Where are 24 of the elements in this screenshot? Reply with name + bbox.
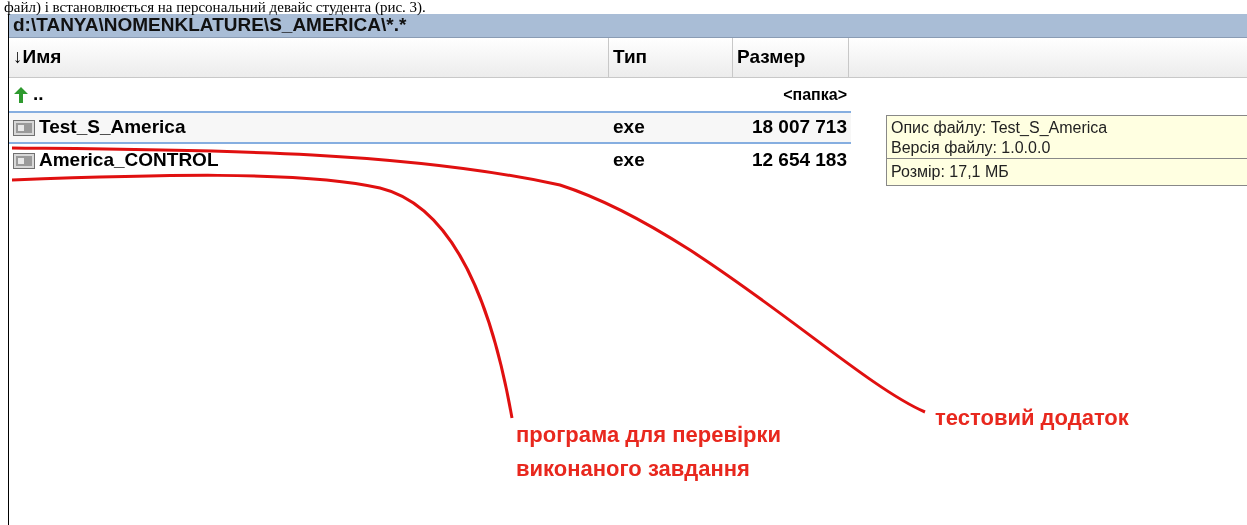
annotation-label: програма для перевірки виконаного завдання xyxy=(516,421,783,483)
tooltip-footer: Розмір: 17,1 МБ xyxy=(887,158,1247,185)
column-header[interactable]: ↓Имя xyxy=(9,38,609,77)
application-icon xyxy=(13,119,35,136)
file-type: exe xyxy=(613,116,645,138)
up-arrow-icon xyxy=(13,85,29,104)
file-row[interactable]: .. <папка> xyxy=(9,78,851,111)
column-header[interactable]: Тип xyxy=(609,38,733,77)
file-name: Test_S_America xyxy=(39,115,186,140)
annotation-label: тестовий додаток xyxy=(935,404,1129,432)
file-name: America_CONTROL xyxy=(39,148,219,173)
file-type: exe xyxy=(613,149,645,171)
column-header[interactable]: Размер xyxy=(733,38,849,77)
path-bar: d:\TANYA\NOMENKLATURE\S_AMERICA\*.* xyxy=(9,14,1247,38)
application-icon xyxy=(13,152,35,169)
tooltip-line: Опис файлу: Test_S_America xyxy=(891,118,1109,138)
file-row[interactable]: Test_S_America exe 18 007 713 xyxy=(9,111,851,144)
file-size: 12 654 183 xyxy=(751,149,847,171)
document-text: файл) і встановлюється на персональний девайс студента (рис. 3). xyxy=(3,0,427,14)
file-size: 18 007 713 xyxy=(751,116,847,138)
tooltip-line: Версія файлу: 1.0.0.0 xyxy=(891,138,1052,158)
file-name: .. xyxy=(33,82,44,107)
file-row[interactable]: America_CONTROL exe 12 654 183 xyxy=(9,144,851,177)
file-size: <папка> xyxy=(783,86,847,104)
